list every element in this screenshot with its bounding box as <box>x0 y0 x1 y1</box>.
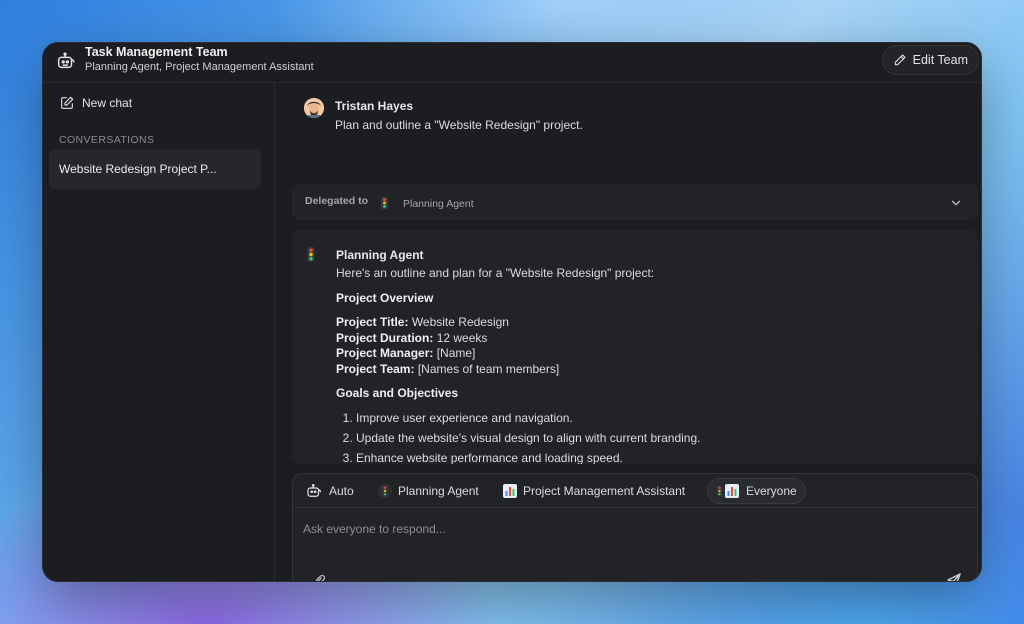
reply-intro: Here's an outline and plan for a "Websit… <box>336 266 655 280</box>
user-name: Tristan Hayes <box>335 99 414 113</box>
field-label: Project Manager: <box>336 346 434 360</box>
traffic-light-icon <box>307 247 315 262</box>
composer: Auto Planning Agent Project Management A… <box>292 473 978 582</box>
overview-fields: Project Title: Website Redesign Project … <box>336 315 956 377</box>
field-row: Project Duration: 12 weeks <box>336 331 956 347</box>
conversation-item[interactable]: Website Redesign Project P... <box>49 149 261 189</box>
traffic-light-icon <box>381 197 388 209</box>
target-auto[interactable]: Auto <box>297 478 362 504</box>
title-bar: Task Management Team Planning Agent, Pro… <box>43 43 981 83</box>
delegated-agent-name: Planning Agent <box>403 198 474 210</box>
team-members: Planning Agent, Project Management Assis… <box>85 61 314 73</box>
edit-team-label: Edit Team <box>912 53 968 67</box>
target-everyone[interactable]: Everyone <box>707 478 806 504</box>
user-message-text: Plan and outline a "Website Redesign" pr… <box>335 118 583 132</box>
bar-chart-icon <box>503 484 517 498</box>
target-label: Everyone <box>746 484 797 498</box>
field-row: Project Manager: [Name] <box>336 346 956 362</box>
traffic-light-icon <box>378 484 392 498</box>
message-input[interactable] <box>303 518 943 540</box>
agent-reply: Planning Agent Here's an outline and pla… <box>292 230 978 464</box>
target-label: Planning Agent <box>398 484 479 498</box>
conversations-header: CONVERSATIONS <box>59 134 155 146</box>
target-project-management-assistant[interactable]: Project Management Assistant <box>495 478 693 504</box>
goals-heading: Goals and Objectives <box>336 386 459 400</box>
delegation-panel[interactable]: Delegated to Planning Agent <box>292 184 978 220</box>
user-avatar <box>304 98 324 118</box>
field-value: [Name] <box>436 346 476 360</box>
target-planning-agent[interactable]: Planning Agent <box>370 478 487 504</box>
field-row: Project Title: Website Redesign <box>336 315 956 331</box>
avatar-face-icon <box>304 98 324 118</box>
agent-name: Planning Agent <box>336 248 424 262</box>
paperclip-icon[interactable] <box>313 574 327 582</box>
robot-team-icon <box>57 52 75 69</box>
robot-icon <box>307 484 321 497</box>
app-window: Task Management Team Planning Agent, Pro… <box>42 42 982 582</box>
agent-reply-body: Here's an outline and plan for a "Websit… <box>336 266 956 464</box>
new-chat-button[interactable]: New chat <box>59 95 132 111</box>
list-item: Update the website's visual design to al… <box>356 431 956 447</box>
chat-area: Tristan Hayes Plan and outline a "Websit… <box>276 83 981 582</box>
field-value: Website Redesign <box>411 315 509 329</box>
list-item: Improve user experience and navigation. <box>356 411 956 427</box>
field-value: [Names of team members] <box>417 361 560 376</box>
respondent-selector: Auto Planning Agent Project Management A… <box>293 474 977 508</box>
group-icon <box>717 484 739 498</box>
field-label: Project Title: <box>336 315 409 329</box>
goals-list: Improve user experience and navigation. … <box>356 411 956 465</box>
pencil-icon <box>894 54 906 66</box>
sidebar: New chat CONVERSATIONS Website Redesign … <box>43 83 275 581</box>
conversation-label: Website Redesign Project P... <box>59 162 217 176</box>
field-row: Project Team: [Names of team members] <box>336 362 956 378</box>
delegated-to-label: Delegated to <box>305 195 369 207</box>
target-label: Auto <box>329 484 354 498</box>
field-value: 12 weeks <box>436 330 488 345</box>
team-title: Task Management Team <box>85 45 228 59</box>
field-label: Project Team: <box>336 361 415 376</box>
compose-icon <box>61 96 74 109</box>
field-label: Project Duration: <box>336 330 434 345</box>
send-icon[interactable] <box>945 571 963 582</box>
chevron-down-icon[interactable] <box>949 196 963 210</box>
target-label: Project Management Assistant <box>523 484 686 498</box>
edit-team-button[interactable]: Edit Team <box>881 45 979 75</box>
new-chat-label: New chat <box>82 96 133 110</box>
overview-heading: Project Overview <box>336 290 434 305</box>
list-item: Enhance website performance and loading … <box>356 451 956 465</box>
